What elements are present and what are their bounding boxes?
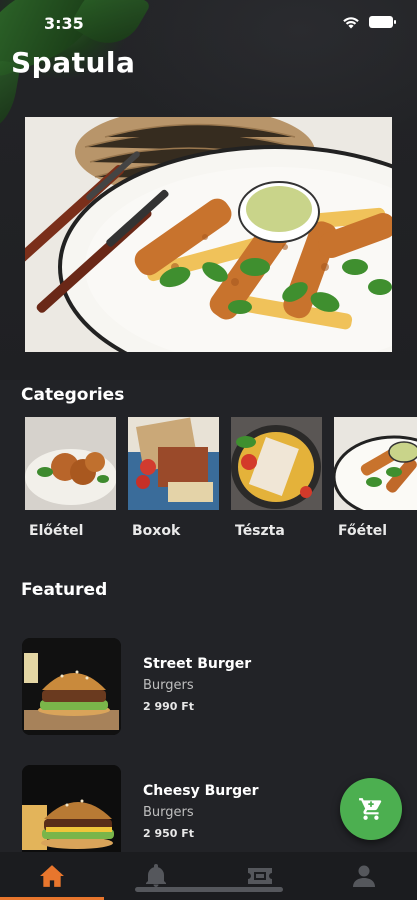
bottom-navigation <box>0 852 417 900</box>
person-icon <box>353 865 375 887</box>
category-label: Főétel <box>338 523 388 539</box>
home-icon <box>40 865 64 887</box>
featured-category: Burgers <box>143 805 194 820</box>
category-image <box>231 417 322 510</box>
category-item[interactable]: Főétel <box>334 417 417 547</box>
featured-category: Burgers <box>143 678 194 693</box>
cart-button[interactable] <box>340 778 402 840</box>
categories-heading: Categories <box>21 385 125 405</box>
featured-price: 2 990 Ft <box>143 700 195 713</box>
hero-image[interactable] <box>25 117 392 352</box>
category-item[interactable]: Tészta <box>231 417 322 547</box>
home-indicator <box>135 887 283 892</box>
app-screen: 3:35 Spatula Categories Előétel Boxok Té… <box>0 0 417 900</box>
status-time: 3:35 <box>44 14 84 33</box>
battery-icon <box>369 16 396 28</box>
nav-home[interactable] <box>0 852 104 900</box>
featured-name: Street Burger <box>143 656 252 672</box>
status-icons <box>341 15 396 29</box>
nav-notifications[interactable] <box>104 852 208 900</box>
categories-list[interactable]: Előétel Boxok Tészta Főétel <box>25 417 417 547</box>
app-title: Spatula <box>11 46 136 79</box>
ticket-icon <box>248 868 272 884</box>
category-label: Tészta <box>235 523 285 539</box>
featured-image <box>22 765 121 862</box>
category-item[interactable]: Boxok <box>128 417 219 547</box>
featured-item[interactable]: Cheesy Burger Burgers 2 950 Ft <box>22 765 392 865</box>
featured-image <box>22 638 121 735</box>
category-label: Boxok <box>132 523 181 539</box>
category-image <box>128 417 219 510</box>
wifi-icon <box>343 17 359 29</box>
cart-icon <box>359 798 382 820</box>
category-label: Előétel <box>29 523 84 539</box>
category-image <box>334 417 417 510</box>
featured-item[interactable]: Street Burger Burgers 2 990 Ft <box>22 638 392 738</box>
featured-name: Cheesy Burger <box>143 783 259 799</box>
category-item[interactable]: Előétel <box>25 417 116 547</box>
category-image <box>25 417 116 510</box>
nav-profile[interactable] <box>312 852 416 900</box>
featured-heading: Featured <box>21 580 108 600</box>
status-bar: 3:35 <box>0 0 417 46</box>
featured-price: 2 950 Ft <box>143 827 195 840</box>
nav-tickets[interactable] <box>208 852 312 900</box>
bell-icon <box>146 864 166 887</box>
